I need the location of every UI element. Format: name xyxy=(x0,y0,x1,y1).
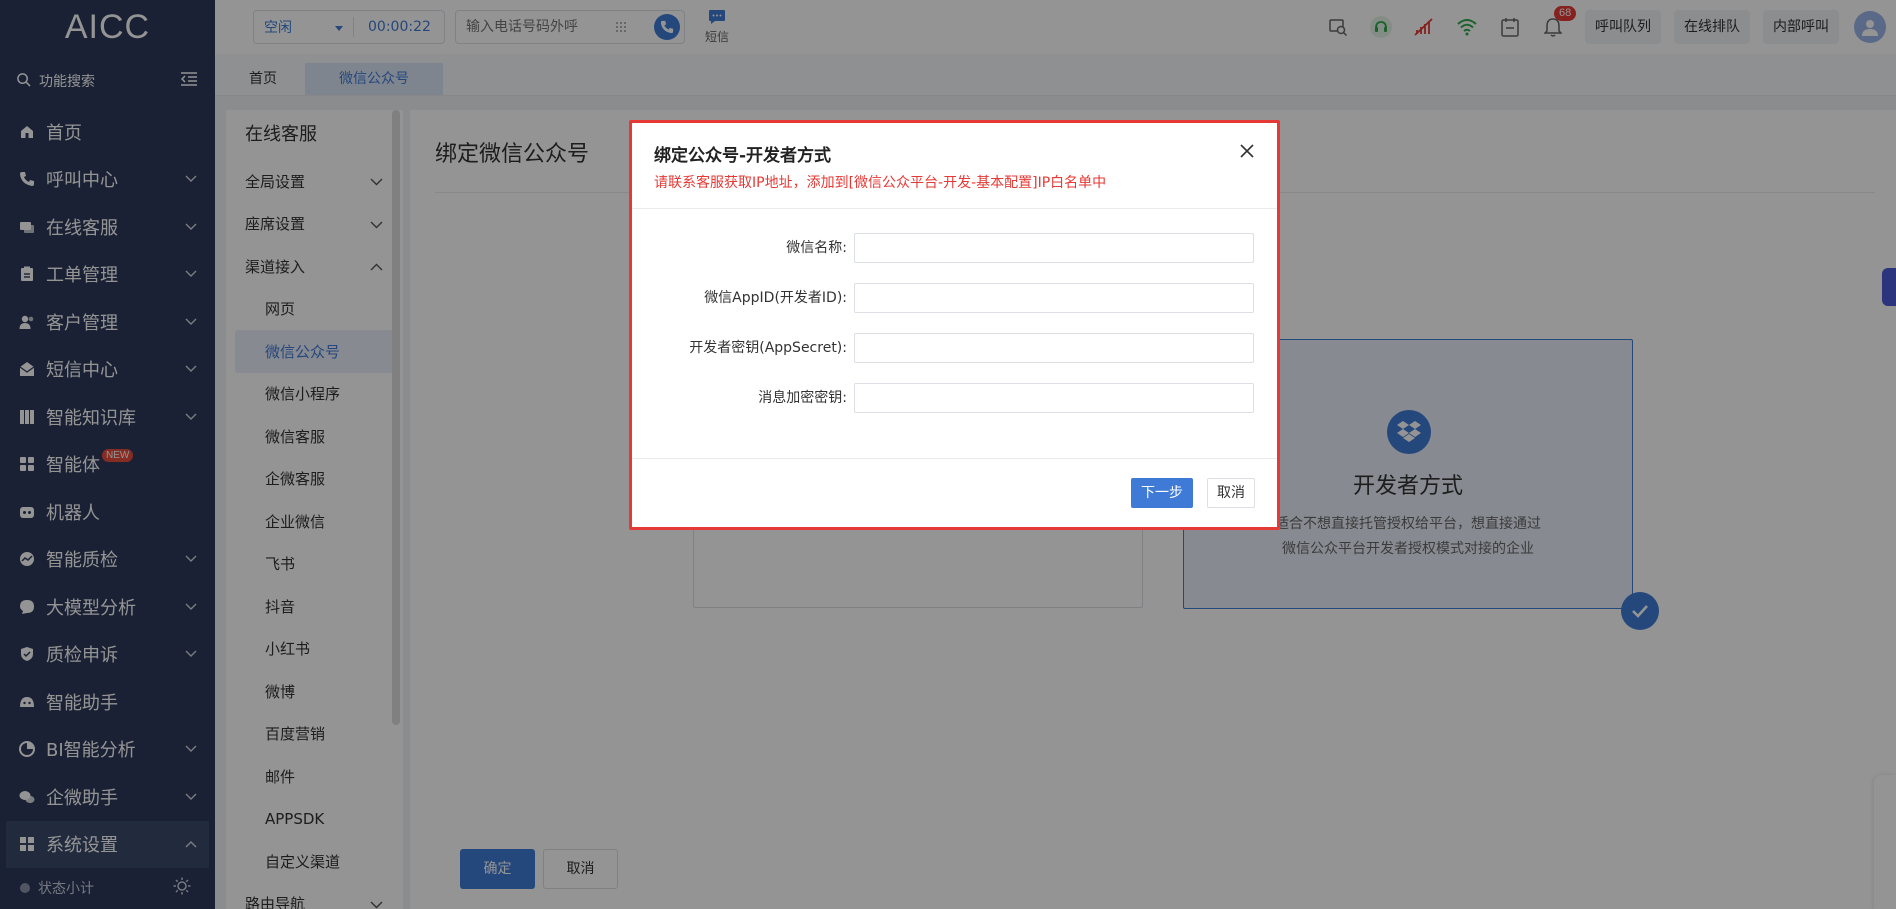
form-row-appsecret: 开发者密钥(AppSecret): xyxy=(632,333,1277,383)
field-label: 微信名称: xyxy=(786,240,847,256)
form-row-appid: 微信AppID(开发者ID): xyxy=(632,283,1277,333)
form-row-encoding-key: 消息加密密钥: xyxy=(632,383,1277,433)
form-row-wechat-name: 微信名称: xyxy=(632,233,1277,283)
encoding-key-input[interactable] xyxy=(854,383,1254,413)
wechat-name-input[interactable] xyxy=(854,233,1254,263)
modal-footer: 下一步 取消 xyxy=(632,459,1277,527)
modal-header: 绑定公众号-开发者方式 请联系客服获取IP地址，添加到[微信公众平台-开发-基本… xyxy=(632,123,1277,209)
appid-input[interactable] xyxy=(854,283,1254,313)
field-label: 消息加密密钥: xyxy=(758,390,847,406)
field-label: 微信AppID(开发者ID): xyxy=(704,290,847,306)
modal-form: 微信名称: 微信AppID(开发者ID): 开发者密钥(AppSecret): … xyxy=(632,209,1277,459)
modal-cancel-button[interactable]: 取消 xyxy=(1207,478,1255,508)
next-step-button[interactable]: 下一步 xyxy=(1131,478,1193,508)
bind-developer-modal: 绑定公众号-开发者方式 请联系客服获取IP地址，添加到[微信公众平台-开发-基本… xyxy=(629,120,1280,530)
appsecret-input[interactable] xyxy=(854,333,1254,363)
modal-title: 绑定公众号-开发者方式 xyxy=(654,146,832,166)
field-label: 开发者密钥(AppSecret): xyxy=(689,340,847,356)
modal-notice: 请联系客服获取IP地址，添加到[微信公众平台-开发-基本配置]IP白名单中 xyxy=(654,175,1107,191)
close-icon[interactable] xyxy=(1237,141,1257,161)
